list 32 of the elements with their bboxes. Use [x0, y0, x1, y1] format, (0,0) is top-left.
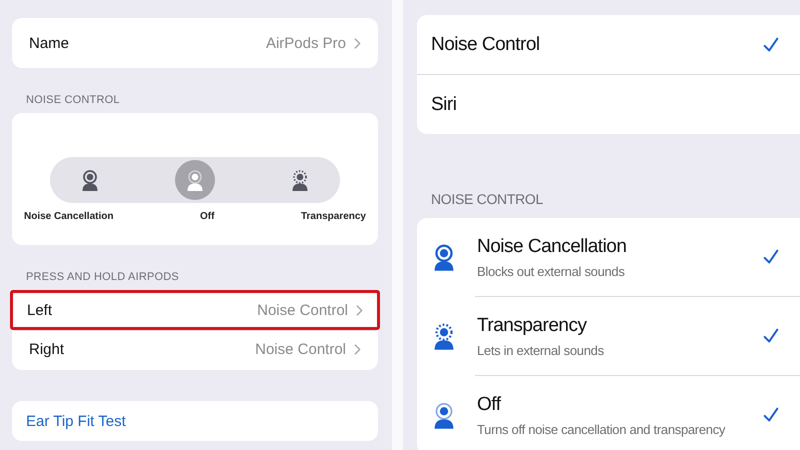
airpod-row[interactable]: Left Noise Control: [10, 290, 380, 330]
chevron-icon: [354, 344, 361, 354]
option-row[interactable]: Siri: [417, 74, 800, 134]
row-value: AirPods Pro: [266, 34, 346, 52]
name-row[interactable]: Name AirPods Pro: [12, 18, 378, 68]
mode-label: Noise Cancellation: [24, 211, 114, 222]
mode-title: Noise Cancellation: [477, 236, 628, 258]
mode-row[interactable]: Noise Cancellation Blocks out external sounds: [417, 218, 800, 296]
mode-label: Transparency: [300, 211, 366, 222]
mode-row[interactable]: Off Turns off noise cancellation and transparency: [475, 375, 800, 450]
mode-description: Lets in external sounds: [477, 342, 605, 358]
section-header: NOISE CONTROL: [431, 191, 544, 207]
mode-row[interactable]: Transparency Lets in external sounds: [475, 296, 800, 375]
chevron-icon: [354, 38, 361, 48]
mode-label: Off: [200, 211, 214, 222]
airpod-row[interactable]: Right Noise Control: [12, 330, 378, 370]
chevron-icon: [356, 304, 363, 316]
mode-description: Turns off noise cancellation and transparency: [477, 422, 726, 436]
mode-title: Off: [477, 394, 502, 416]
row-value: Noise Control: [255, 340, 346, 358]
section-header: PRESS AND HOLD AIRPODS: [26, 271, 180, 283]
option-label: Siri: [431, 94, 456, 116]
option-row[interactable]: Noise Control: [417, 15, 800, 74]
option-label: Noise Control: [431, 34, 540, 56]
ear-tip-link[interactable]: Ear Tip Fit Test: [26, 412, 126, 430]
mode-title: Transparency: [477, 314, 588, 336]
row-label: Left: [27, 302, 52, 318]
row-label: Name: [29, 34, 70, 52]
row-label: Right: [29, 340, 64, 358]
mode-description: Blocks out external sounds: [477, 264, 626, 278]
row-value: Noise Control: [257, 302, 348, 318]
section-header: NOISE CONTROL: [26, 94, 121, 106]
